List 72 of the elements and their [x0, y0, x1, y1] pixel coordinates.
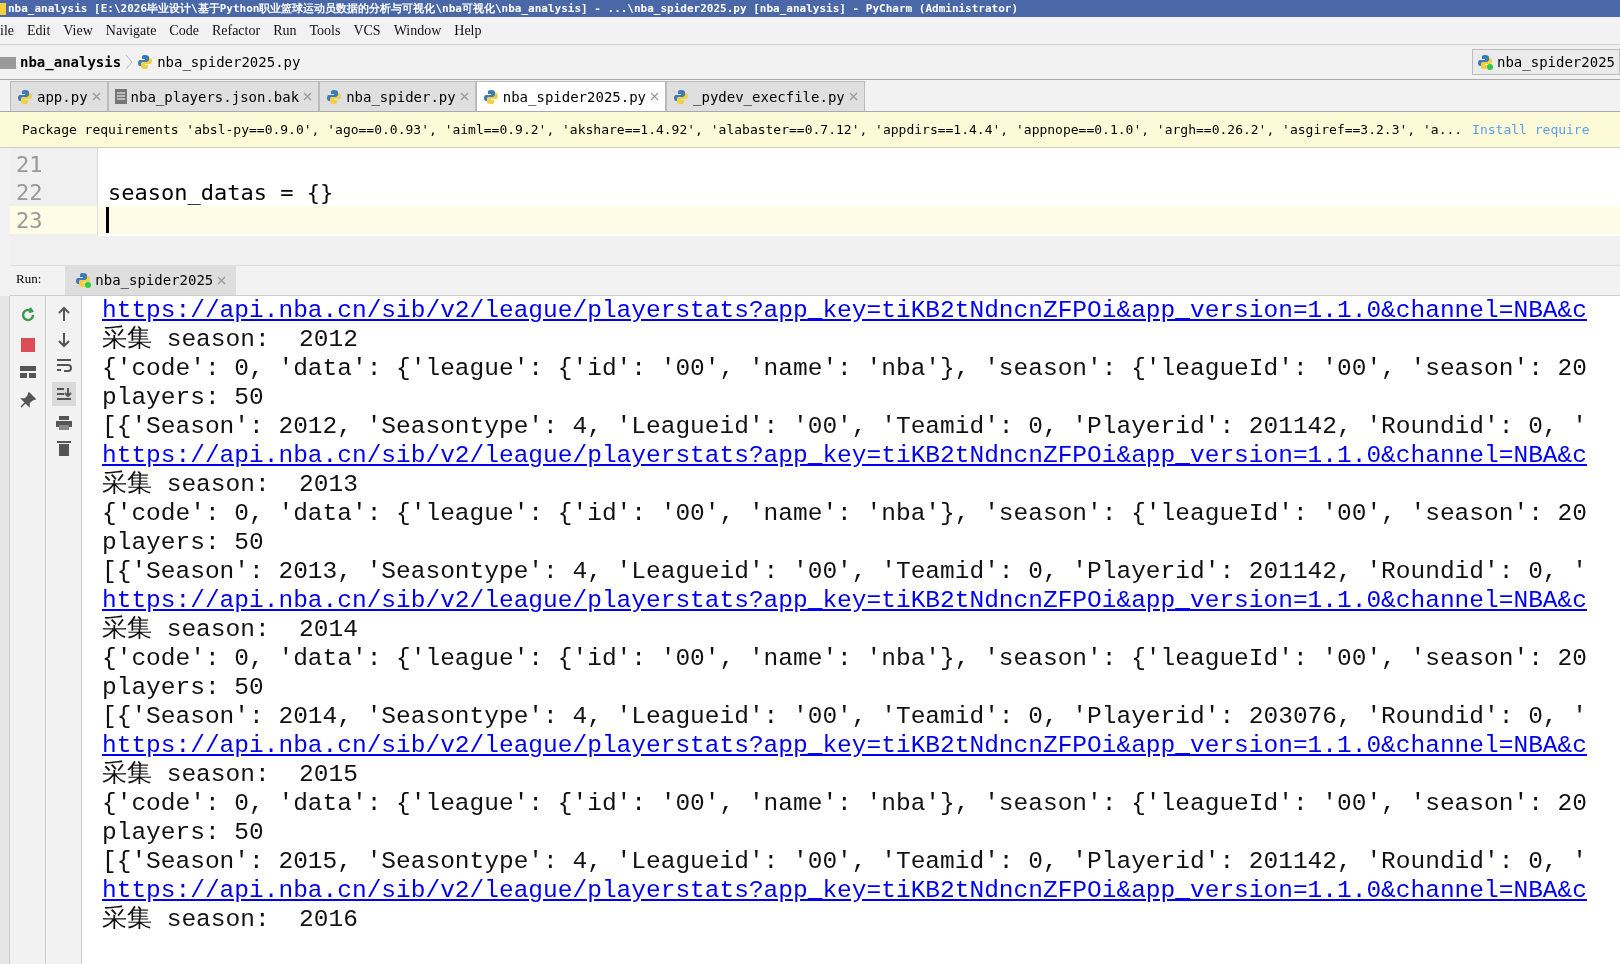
layout-icon[interactable] [19, 366, 36, 378]
menu-item[interactable]: View [63, 22, 93, 39]
console-link[interactable]: https://api.nba.cn/sib/v2/league/playerstats?app_key=tiKB2tNdncnZFPOi&app_version=1.1.0&channel=NBA&c [102, 586, 1620, 615]
console-line: [{'Season': 2015, 'Seasontype': 4, 'Leagueid': '00', 'Teamid': 0, 'Playerid': 201142, 'Roundid': 0, ' [102, 847, 1588, 876]
console-line: {'code': 0, 'data': {'league': {'id': '00', 'name': 'nba'}, 'season': {'leagueId': '00', 'season': 20 [102, 644, 1588, 673]
console-line: {'code': 0, 'data': {'league': {'id': '00', 'name': 'nba'}, 'season': {'leagueId': '00', 'season': 20 [102, 354, 1588, 383]
text-file-icon [114, 89, 127, 104]
console-line: 采集 season: 2015 [102, 760, 359, 789]
run-tab[interactable]: nba_spider2025 [65, 265, 237, 295]
stop-icon[interactable] [20, 338, 35, 352]
console-line: players: 50 [102, 528, 265, 557]
console-line: players: 50 [102, 818, 265, 847]
console-line: [{'Season': 2014, 'Seasontype': 4, 'Leagueid': '00', 'Teamid': 0, 'Playerid': 203076, 'Roundid': 0, ' [102, 702, 1588, 731]
editor-tab[interactable]: _pydev_execfile.py [666, 81, 865, 111]
run-configuration[interactable]: nba_spider2025 [1472, 49, 1620, 75]
breadcrumb-file[interactable]: nba_spider2025.py [157, 54, 301, 70]
python-file-icon [482, 88, 499, 105]
text-cursor [106, 207, 109, 233]
console-line: 采集 season: 2013 [102, 470, 359, 499]
python-file-icon [1477, 54, 1493, 70]
console-link[interactable]: https://api.nba.cn/sib/v2/league/playerstats?app_key=tiKB2tNdncnZFPOi&app_version=1.1.0&channel=NBA&c [102, 441, 1620, 470]
menu-item[interactable]: Tools [309, 22, 341, 39]
python-file-icon [137, 54, 154, 70]
print-icon[interactable] [55, 416, 72, 430]
console-line: {'code': 0, 'data': {'league': {'id': '00', 'name': 'nba'}, 'season': {'leagueId': '00', 'season': 20 [102, 499, 1588, 528]
menu-item[interactable]: Edit [27, 22, 51, 39]
trash-icon[interactable] [56, 440, 71, 456]
console-line: 采集 season: 2016 [102, 905, 359, 934]
menu-item[interactable]: Navigate [105, 22, 157, 39]
menu-item[interactable]: Refactor [211, 22, 261, 39]
console-line: players: 50 [102, 673, 265, 702]
console-line: players: 50 [102, 383, 265, 412]
console-line: [{'Season': 2013, 'Seasontype': 4, 'Leagueid': '00', 'Teamid': 0, 'Playerid': 201142, 'Roundid': 0, ' [102, 557, 1588, 586]
run-panel-label: Run: [15, 271, 43, 288]
console-link[interactable]: https://api.nba.cn/sib/v2/league/playerstats?app_key=tiKB2tNdncnZFPOi&app_version=1.1.0&channel=NBA&c [102, 731, 1620, 760]
breadcrumb-project[interactable]: nba_analysis [20, 54, 122, 70]
editor-tab[interactable]: nba_spider2025.py [475, 81, 667, 111]
console-line: [{'Season': 2012, 'Seasontype': 4, 'Leagueid': '00', 'Teamid': 0, 'Playerid': 201142, 'Roundid': 0, ' [102, 412, 1588, 441]
up-arrow-icon[interactable] [56, 306, 71, 322]
chevron-icon [125, 54, 134, 70]
scroll-to-end-button[interactable] [51, 382, 76, 406]
requirements-message: Package requirements 'absl-py==0.9.0', 'ago==0.0.93', 'aiml==0.9.2', 'akshare==1.4.92', 'alabaster==0.7.12', 'appdirs==1.4.4', 'appnope==0.1.0', 'argh==0.26.2', 'asgiref==3.2.3', 'a... [22, 122, 1463, 137]
menu-item[interactable]: VCS [353, 22, 381, 39]
app-icon [0, 2, 6, 15]
scroll-to-end-icon [55, 387, 72, 401]
console-link[interactable]: https://api.nba.cn/sib/v2/league/playerstats?app_key=tiKB2tNdncnZFPOi&app_version=1.1.0&channel=NBA&c [102, 296, 1620, 325]
python-file-icon [673, 88, 690, 105]
line-number: 21 [15, 151, 43, 177]
editor-tab[interactable]: nba_players.json.bak [107, 81, 320, 111]
python-file-icon [326, 88, 343, 105]
python-file-icon [75, 272, 92, 288]
console-line: {'code': 0, 'data': {'league': {'id': '00', 'name': 'nba'}, 'season': {'leagueId': '00', 'season': 20 [102, 789, 1588, 818]
menu-item[interactable]: ile [0, 22, 14, 39]
menu-item[interactable]: Code [169, 22, 199, 39]
console-line: 采集 season: 2012 [102, 325, 359, 354]
menu-item[interactable]: Window [393, 22, 442, 39]
console-link[interactable]: https://api.nba.cn/sib/v2/league/playerstats?app_key=tiKB2tNdncnZFPOi&app_version=1.1.0&channel=NBA&c [102, 876, 1620, 905]
menu-item[interactable]: Run [273, 22, 297, 39]
soft-wrap-icon[interactable] [55, 358, 72, 372]
close-icon[interactable] [650, 92, 660, 101]
down-arrow-icon[interactable] [56, 332, 71, 348]
python-file-icon [17, 88, 33, 105]
console-line: 采集 season: 2014 [102, 615, 359, 644]
editor-tab[interactable]: nba_spider.py [319, 81, 476, 111]
pin-icon[interactable] [19, 392, 36, 408]
line-number: 22 [15, 179, 43, 205]
menu-item[interactable]: Help [454, 22, 482, 39]
window-title: nba_analysis [E:\2026毕业设计\基于Python职业篮球运动员数据的分析与可视化\nba可视化\nba_analysis] - ...\nba_spider2025.py [nba_analysis] - PyCharm (Administrator) [8, 1, 1019, 16]
line-number: 23 [15, 207, 43, 233]
folder-icon [0, 55, 16, 69]
editor-tab[interactable]: app.py [10, 81, 108, 111]
code-line: season_datas = {} [107, 179, 334, 205]
